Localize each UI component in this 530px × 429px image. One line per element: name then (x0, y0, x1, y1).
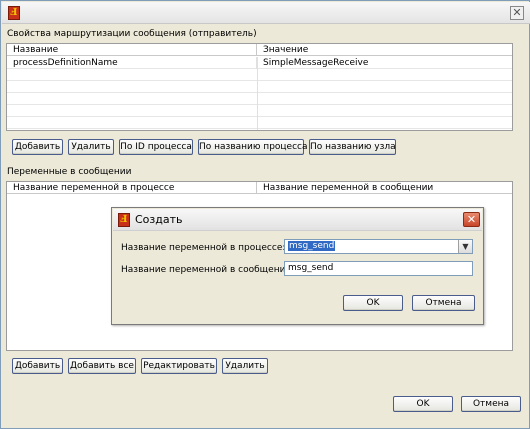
message-var-label: Название переменной в сообщении: (121, 265, 295, 275)
table-row-empty (7, 81, 512, 93)
window-titlebar: Ⅎ ✕ (2, 2, 530, 24)
column-header-value[interactable]: Значение (257, 44, 512, 56)
table-row-empty (7, 69, 512, 81)
table-row[interactable]: processDefinitionName SimpleMessageRecei… (7, 57, 512, 69)
close-icon[interactable]: ✕ (463, 212, 480, 227)
variables-edit-button[interactable]: Редактировать (141, 358, 217, 374)
table-row-empty (7, 105, 512, 117)
ok-button[interactable]: OK (393, 396, 453, 412)
routing-add-button[interactable]: Добавить (12, 139, 63, 155)
row-name-cell: processDefinitionName (7, 57, 257, 69)
routing-table-header: Название Значение (7, 44, 512, 56)
variables-add-button[interactable]: Добавить (12, 358, 63, 374)
by-process-name-button[interactable]: По названию процесса (198, 139, 308, 155)
cancel-button[interactable]: Отмена (461, 396, 521, 412)
app-icon: Ⅎ (8, 6, 20, 20)
column-divider (257, 57, 258, 130)
dialog-title: Создать (135, 213, 183, 226)
by-process-id-button[interactable]: По ID процесса (119, 139, 193, 155)
app-icon: Ⅎ (118, 213, 130, 227)
chevron-down-icon[interactable]: ▼ (458, 240, 472, 253)
by-node-name-button[interactable]: По названию узла (309, 139, 396, 155)
column-header-name[interactable]: Название (7, 44, 257, 56)
table-row-empty (7, 93, 512, 105)
dialog-titlebar: Ⅎ Создать ✕ (113, 209, 482, 231)
dialog-cancel-button[interactable]: Отмена (412, 295, 475, 311)
process-var-label: Название переменной в процессе: (121, 243, 286, 253)
variables-delete-button[interactable]: Удалить (222, 358, 268, 374)
close-icon[interactable]: ✕ (510, 6, 524, 20)
variables-table-header: Название переменной в процессе Название … (7, 182, 512, 194)
routing-delete-button[interactable]: Удалить (68, 139, 114, 155)
routing-section-title: Свойства маршрутизации сообщения (отправ… (7, 29, 257, 39)
variables-add-all-button[interactable]: Добавить все (68, 358, 136, 374)
routing-table[interactable]: Название Значение processDefinitionName … (6, 43, 513, 131)
create-dialog: Ⅎ Создать ✕ Название переменной в процес… (111, 207, 484, 325)
row-value-cell: SimpleMessageReceive (263, 58, 369, 68)
column-header-process-var[interactable]: Название переменной в процессе (7, 182, 257, 194)
message-var-input[interactable]: msg_send (284, 261, 473, 276)
column-header-message-var[interactable]: Название переменной в сообщении (257, 182, 512, 194)
table-row-empty (7, 117, 512, 129)
process-var-value: msg_send (288, 241, 336, 251)
dialog-ok-button[interactable]: OK (343, 295, 403, 311)
variables-section-title: Переменные в сообщении (7, 167, 132, 177)
process-var-select[interactable]: msg_send ▼ (284, 239, 473, 254)
